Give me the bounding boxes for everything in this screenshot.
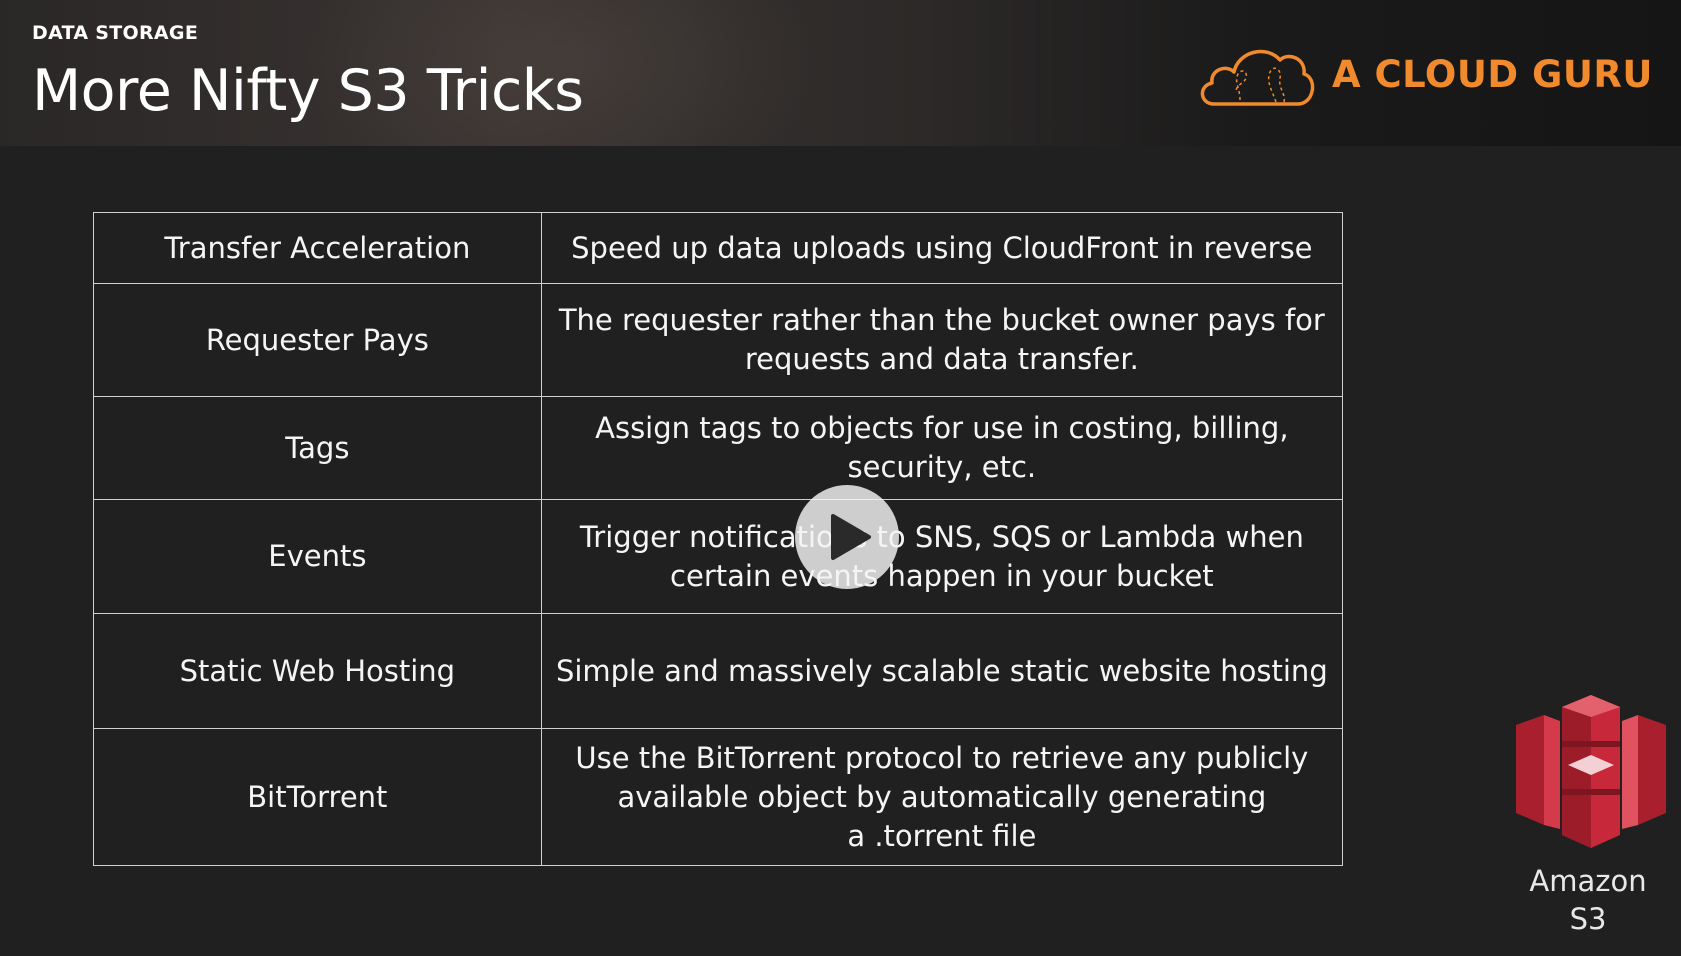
description-line: Use the BitTorrent protocol to retrieve … — [575, 740, 1309, 775]
play-icon — [831, 514, 871, 560]
feature-description: Assign tags to objects for use in costin… — [540, 396, 1344, 500]
feature-name: BitTorrent — [93, 728, 542, 866]
description-line: Assign tags to objects for use in costin… — [595, 411, 1289, 445]
feature-name: Events — [93, 499, 542, 614]
slide-title: More Nifty S3 Tricks — [32, 58, 584, 124]
description-line: certain events happen in your bucket — [670, 558, 1214, 593]
table-row: Tags Assign tags to objects for use in co… — [93, 396, 1344, 500]
brand-logo: A CLOUD GURU — [1196, 38, 1653, 110]
description-line: Trigger notifications to SNS, SQS or Lam… — [579, 519, 1304, 554]
description-line: security, etc. — [847, 450, 1037, 484]
amazon-s3-icon — [1516, 695, 1666, 848]
section-label: DATA STORAGE — [32, 22, 199, 44]
play-button[interactable] — [795, 485, 899, 589]
feature-description: The requester rather than the bucket own… — [540, 283, 1344, 397]
feature-description: Simple and massively scalable static web… — [540, 613, 1344, 729]
description-line: requests and data transfer. — [744, 342, 1139, 376]
table-row: Transfer Acceleration Speed up data uploa… — [93, 212, 1344, 284]
table-row: Events Trigger notifications to SNS, SQS … — [93, 499, 1344, 614]
s3-label-line1: Amazon — [1529, 864, 1647, 898]
feature-description: Use the BitTorrent protocol to retrieve … — [540, 728, 1344, 866]
s3-label-line2: S3 — [1569, 902, 1607, 936]
feature-name: Static Web Hosting — [93, 613, 542, 729]
description-line: available object by automatically genera… — [617, 779, 1267, 814]
table-row: Requester Pays The requester rather than … — [93, 283, 1344, 397]
feature-description: Trigger notifications to SNS, SQS or Lam… — [540, 499, 1344, 614]
table-row: BitTorrent Use the BitTorrent protocol to… — [93, 728, 1344, 866]
s3-tricks-table: Transfer Acceleration Speed up data uploa… — [93, 212, 1344, 866]
feature-description: Speed up data uploads using CloudFront i… — [540, 212, 1344, 284]
description-line: Simple and massively scalable static web… — [555, 653, 1328, 688]
feature-name: Requester Pays — [93, 283, 542, 397]
amazon-s3-label: Amazon S3 — [1500, 862, 1676, 938]
brand-name: A CLOUD GURU — [1332, 52, 1653, 96]
description-line: a .torrent file — [847, 818, 1037, 853]
description-line: Speed up data uploads using CloudFront i… — [571, 230, 1313, 265]
cloud-logo-icon — [1200, 49, 1315, 106]
description-line: The requester rather than the bucket own… — [558, 303, 1325, 337]
table-row: Static Web Hosting Simple and massively s… — [93, 613, 1344, 729]
feature-name: Tags — [93, 396, 542, 500]
feature-name: Transfer Acceleration — [93, 212, 542, 284]
slide: DATA STORAGE More Nifty S3 Tricks A CLOU… — [0, 0, 1681, 956]
